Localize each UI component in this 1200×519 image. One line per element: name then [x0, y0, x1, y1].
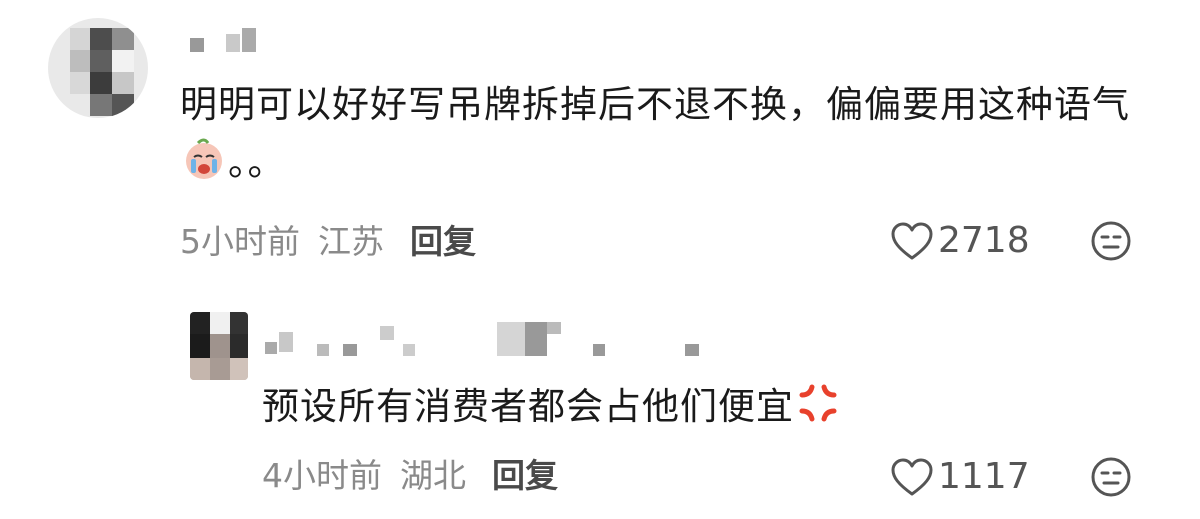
like-button[interactable]: 2718 [890, 220, 1030, 261]
heart-icon [891, 458, 933, 495]
comment-meta: 5小时前 江苏 回复 [180, 222, 494, 262]
comment-body: 预设所有消费者都会占他们便宜 [262, 385, 794, 428]
comment-item: 明明可以好好写吊牌拆掉后不退不换，偏偏要用这种语气。。 5小时前 江苏 回复 271… [0, 0, 1200, 290]
comment-meta: 4小时前 湖北 回复 [262, 456, 558, 496]
username[interactable] [265, 322, 735, 358]
location: 湖北 [400, 456, 466, 495]
reply-button[interactable]: 回复 [492, 456, 558, 495]
like-count: 2718 [938, 220, 1030, 261]
comment-tail: 。。 [228, 141, 286, 184]
anger-symbol-icon [799, 384, 837, 422]
comment-body: 明明可以好好写吊牌拆掉后不退不换，偏偏要用这种语气 [180, 83, 1130, 126]
like-count: 1117 [938, 456, 1030, 497]
timestamp: 4小时前 [262, 456, 382, 495]
heart-icon [891, 222, 933, 259]
avatar[interactable] [190, 312, 248, 380]
reply-button[interactable]: 回复 [410, 222, 476, 261]
location: 江苏 [318, 222, 384, 261]
avatar[interactable] [48, 18, 148, 118]
username[interactable] [180, 28, 280, 52]
crying-face-icon [186, 138, 222, 179]
comment-text: 明明可以好好写吊牌拆掉后不退不换，偏偏要用这种语气。。 [180, 76, 1170, 192]
timestamp: 5小时前 [180, 222, 300, 261]
like-button[interactable]: 1117 [890, 456, 1030, 497]
comment-text: 预设所有消费者都会占他们便宜 [262, 378, 1162, 436]
dislike-face-icon[interactable] [1090, 456, 1132, 498]
dislike-face-icon[interactable] [1090, 220, 1132, 262]
